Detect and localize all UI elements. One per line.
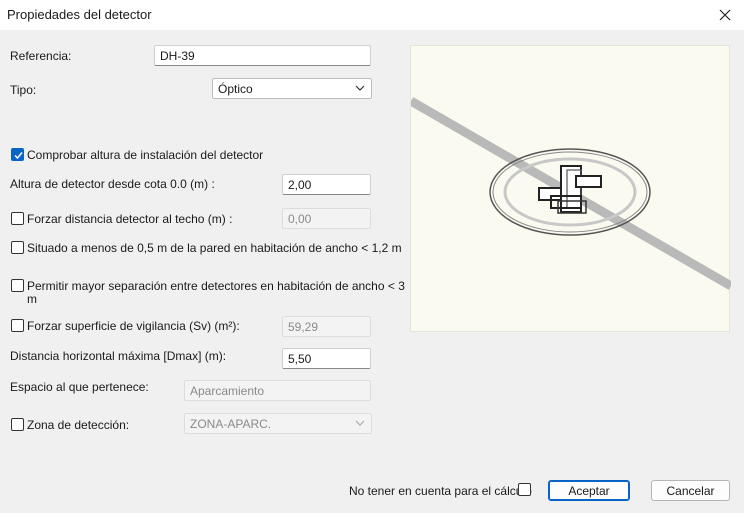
detector-plan-drawing [408,97,734,290]
altura-detector-label: Altura de detector desde cota 0.0 (m) : [10,177,215,191]
tipo-select-value: Óptico [218,82,253,96]
cancel-button[interactable]: Cancelar [651,480,730,501]
distancia-horizontal-input[interactable]: 5,50 [282,348,371,369]
zona-deteccion-select: ZONA-APARC. [184,413,372,434]
forzar-distancia-checkbox[interactable] [11,212,24,225]
zona-deteccion-label: Zona de detección: [27,418,130,432]
altura-detector-input[interactable]: 2,00 [282,174,371,195]
espacio-label: Espacio al que pertenece: [10,380,149,394]
permitir-separacion-checkbox[interactable] [11,279,24,292]
detector-preview [408,45,734,332]
comprobar-altura-label: Comprobar altura de instalación del dete… [27,148,264,162]
tipo-select[interactable]: Óptico [212,78,372,99]
forzar-distancia-input: 0,00 [282,208,371,229]
zona-deteccion-value: ZONA-APARC. [190,417,272,431]
close-button[interactable] [706,0,744,30]
no-calculo-label: No tener en cuenta para el cálculo [349,484,532,498]
tipo-label: Tipo: [10,83,37,97]
chevron-down-icon [355,420,365,426]
forzar-distancia-label: Forzar distancia detector al techo (m) : [27,212,233,226]
window-title: Propiedades del detector [7,7,152,22]
forzar-superficie-checkbox[interactable] [11,319,24,332]
permitir-separacion-label: Permitir mayor separación entre detector… [27,279,405,293]
zona-deteccion-checkbox[interactable] [11,418,24,431]
chevron-down-icon [355,85,365,91]
forzar-superficie-label: Forzar superficie de vigilancia (Sv) (m²… [27,319,240,333]
situado-pared-checkbox[interactable] [11,241,24,254]
situado-pared-label: Situado a menos de 0,5 m de la pared en … [27,241,402,255]
accept-button[interactable]: Aceptar [548,480,630,501]
referencia-input[interactable]: DH-39 [154,45,371,66]
distancia-horizontal-label: Distancia horizontal máxima [Dmax] (m): [10,349,227,363]
comprobar-altura-checkbox[interactable] [11,148,24,161]
no-calculo-checkbox[interactable] [518,483,531,496]
title-bar: Propiedades del detector [0,0,744,30]
espacio-input: Aparcamiento [184,380,371,401]
forzar-superficie-input: 59,29 [282,316,371,337]
close-icon [719,9,731,21]
referencia-label: Referencia: [10,49,72,63]
permitir-separacion-label-cont: m [27,292,37,306]
checkmark-icon [14,152,23,160]
